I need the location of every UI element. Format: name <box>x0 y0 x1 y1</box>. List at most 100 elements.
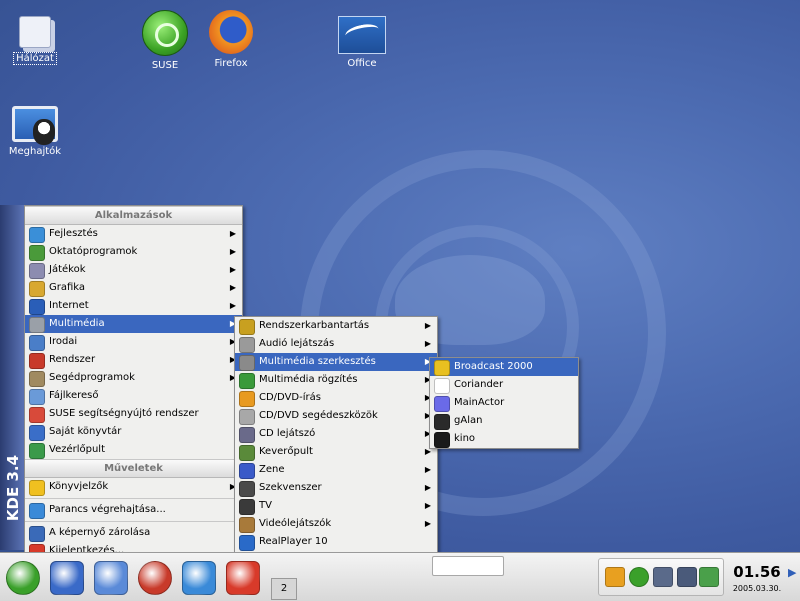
kino-icon <box>434 432 450 448</box>
clock[interactable]: 01.56 2005.03.30. <box>728 556 786 598</box>
menu-item-label: Oktatóprogramok <box>49 246 138 257</box>
menu-item[interactable]: Keverőpult ▶ <box>235 443 437 461</box>
menu-item-label: kino <box>454 433 476 444</box>
education-icon <box>29 245 45 261</box>
menu-item-label: TV <box>259 500 272 511</box>
submenu-arrow-icon: ▶ <box>424 519 431 528</box>
menu-item[interactable]: Grafika ▶ <box>25 279 242 297</box>
submenu-arrow-icon: ▶ <box>229 283 236 292</box>
network-status-icon[interactable] <box>699 567 719 587</box>
konqueror-icon[interactable] <box>182 561 216 595</box>
menu-item-label: Multimédia <box>49 318 105 329</box>
system-tray <box>598 558 724 596</box>
menu-item[interactable]: Oktatóprogramok ▶ <box>25 243 242 261</box>
menu-item-label: Szekvenszer <box>259 482 322 493</box>
menu-item[interactable]: Multimédia ▶ <box>25 315 242 333</box>
menu-item[interactable]: Rendszerkarbantartás ▶ <box>235 317 437 335</box>
menu-item[interactable]: Broadcast 2000 <box>430 358 578 376</box>
suse-help-icon[interactable] <box>138 561 172 595</box>
office-icon <box>338 16 386 54</box>
menu-item-label: CD/DVD segédeszközök <box>259 410 378 421</box>
klipper-icon[interactable] <box>605 567 625 587</box>
menu-item-label: A képernyő zárolása <box>49 527 151 538</box>
printer-icon[interactable] <box>677 567 697 587</box>
menu-item-label: Játékok <box>49 264 86 275</box>
suse-watcher-icon[interactable] <box>629 567 649 587</box>
menu-item-label: Rendszer <box>49 354 96 365</box>
menu-item-label: MainActor <box>454 397 505 408</box>
menu-item[interactable]: Fejlesztés ▶ <box>25 225 242 243</box>
desktop-icon-label: Hálózat <box>13 52 57 65</box>
menu-item[interactable]: Coriander <box>430 376 578 394</box>
konsole-icon[interactable] <box>94 561 128 595</box>
menu-item[interactable]: Szekvenszer ▶ <box>235 479 437 497</box>
menu-item-label: Zene <box>259 464 285 475</box>
multimedia-icon <box>29 317 45 333</box>
clock-time: 01.56 <box>733 563 781 581</box>
actions-list: Könyvjelzők ▶ Parancs végrehajtása... A kép… <box>25 478 242 560</box>
menu-item[interactable]: Játékok ▶ <box>25 261 242 279</box>
menu-item[interactable]: SUSE segítségnyújtó rendszer <box>25 405 242 423</box>
menu-item-label: Videólejátszók <box>259 518 332 529</box>
submenu-arrow-icon: ▶ <box>229 265 236 274</box>
multimedia-record-icon <box>239 373 255 389</box>
menu-item[interactable]: MainActor <box>430 394 578 412</box>
menu-item[interactable]: Könyvjelzők ▶ <box>25 478 242 496</box>
menu-item[interactable]: Saját könyvtár <box>25 423 242 441</box>
menu-item[interactable]: Vezérlőpult <box>25 441 242 459</box>
clock-date: 2005.03.30. <box>732 584 782 593</box>
menu-item[interactable]: Zene ▶ <box>235 461 437 479</box>
menu-item[interactable]: Fájlkereső <box>25 387 242 405</box>
mail-icon[interactable] <box>226 561 260 595</box>
menu-item[interactable]: Rendszer ▶ <box>25 351 242 369</box>
menu-item[interactable]: Multimédia szerkesztés ▶ <box>235 353 437 371</box>
menu-separator <box>25 498 242 499</box>
menu-item[interactable]: Internet ▶ <box>25 297 242 315</box>
menu-item[interactable]: Irodai ▶ <box>25 333 242 351</box>
desktop-icon-network[interactable]: Hálózat <box>0 10 70 65</box>
broadcast-icon <box>434 360 450 376</box>
desktop-icon-drives[interactable]: Meghajtók <box>0 102 70 157</box>
panel-scroll-right-icon[interactable]: ▶ <box>788 566 796 579</box>
menu-item[interactable]: gAlan <box>430 412 578 430</box>
menu-item[interactable]: CD lejátszó ▶ <box>235 425 437 443</box>
submenu-arrow-icon: ▶ <box>229 229 236 238</box>
graphics-icon <box>29 281 45 297</box>
menu-item[interactable]: Videólejátszók ▶ <box>235 515 437 533</box>
desktop-icon-label: Office <box>347 58 377 69</box>
menu-item[interactable]: Segédprogramok ▶ <box>25 369 242 387</box>
menu-item[interactable]: CD/DVD segédeszközök ▶ <box>235 407 437 425</box>
desktop-icon-suse[interactable]: SUSE <box>130 10 200 71</box>
kmenu-icon[interactable] <box>6 561 40 595</box>
menu-item-label: Coriander <box>454 379 504 390</box>
volume-icon[interactable] <box>653 567 673 587</box>
submenu-arrow-icon: ▶ <box>424 339 431 348</box>
office-suite-icon <box>29 335 45 351</box>
desktop-icon-label: SUSE <box>151 60 179 71</box>
kmenu: Alkalmazások Fejlesztés ▶ Oktatóprogramok ▶… <box>24 205 243 561</box>
menu-item[interactable]: Parancs végrehajtása... <box>25 501 242 519</box>
network-icon <box>19 16 51 48</box>
desktop-pager[interactable]: 2 <box>271 578 297 600</box>
submenu-arrow-icon: ▶ <box>424 465 431 474</box>
menu-item[interactable]: TV ▶ <box>235 497 437 515</box>
home-icon[interactable] <box>50 561 84 595</box>
music-icon <box>239 463 255 479</box>
taskbar-strip[interactable] <box>432 556 504 576</box>
suse-icon <box>142 10 188 56</box>
cd-burn-icon <box>239 391 255 407</box>
tv-icon <box>239 499 255 515</box>
desktop-icon-firefox[interactable]: Firefox <box>196 10 266 69</box>
menu-item-label: CD/DVD-írás <box>259 392 321 403</box>
menu-item[interactable]: A képernyő zárolása <box>25 524 242 542</box>
kde-version-label: KDE 3.4 <box>4 454 22 522</box>
menu-item[interactable]: RealPlayer 10 <box>235 533 437 551</box>
menu-separator <box>25 521 242 522</box>
desktop-icon-office[interactable]: Office <box>327 10 397 69</box>
menu-item-label: Vezérlőpult <box>49 444 106 455</box>
file-search-icon <box>29 389 45 405</box>
menu-item[interactable]: kino <box>430 430 578 448</box>
menu-item[interactable]: Multimédia rögzítés ▶ <box>235 371 437 389</box>
menu-item[interactable]: Audió lejátszás ▶ <box>235 335 437 353</box>
menu-item[interactable]: CD/DVD-írás ▶ <box>235 389 437 407</box>
